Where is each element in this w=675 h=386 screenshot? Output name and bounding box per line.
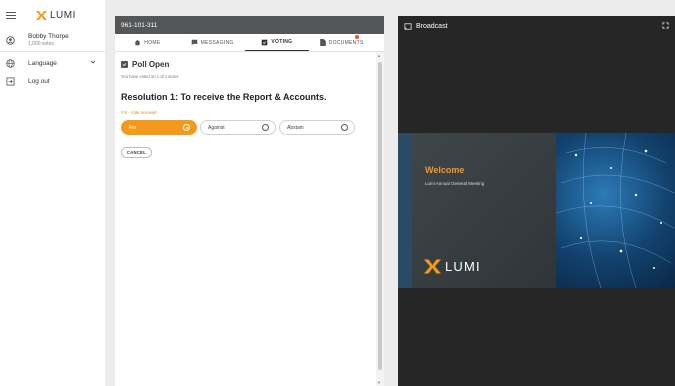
network-lines-icon [555,133,675,288]
meeting-id-header: 961-101-311 [115,16,384,34]
broadcast-title: Broadcast [416,22,448,30]
tab-voting[interactable]: VOTING [244,34,310,51]
tab-label: DOCUMENTS [328,39,364,46]
scrollbar[interactable]: ▲ ▼ [376,52,384,386]
welcome-slide: Welcome Lumi Annual General Meeting LUMI [412,133,556,288]
broadcast-panel: Broadcast Welcome Lumi Annual General Me… [398,16,675,386]
tab-messaging[interactable]: MESSAGING [180,34,245,51]
tab-documents[interactable]: DOCUMENTS [309,34,374,51]
fullscreen-icon[interactable] [662,22,669,29]
welcome-subtitle: Lumi Annual General Meeting [425,181,485,186]
lumi-x-icon [424,259,441,274]
poll-title: Poll Open [121,60,378,69]
cast-icon [404,22,412,30]
globe-icon [6,58,15,68]
vote-option-against[interactable]: Against [200,120,276,135]
voting-panel: 961-101-311 HOME MESSAGING VOTING DOCUME… [115,16,384,386]
video-lumi-logo: LUMI [424,259,481,274]
tab-home[interactable]: HOME [115,34,180,51]
sidebar-item-language[interactable]: Language [0,54,105,72]
cancel-button[interactable]: CANCEL [121,147,152,158]
voting-content: Poll Open You have voted on 1 of 1 items… [115,52,384,158]
sidebar-item-label: Log out [28,77,50,85]
broadcast-header: Broadcast [398,16,675,36]
welcome-title: Welcome [425,165,465,175]
poll-title-text: Poll Open [132,60,170,69]
lumi-logo: LUMI [36,10,76,21]
tab-label: VOTING [271,39,293,45]
radio-selected-icon [183,124,190,131]
logout-icon [6,76,15,86]
voted-count-text: You have voted on 1 of 1 items [121,74,179,79]
sidebar-header: LUMI [0,0,105,30]
sidebar-item-logout[interactable]: Log out [0,72,105,90]
option-label: Against [208,124,225,131]
lumi-x-icon [36,10,47,20]
tab-label: MESSAGING [200,39,234,46]
video-player[interactable]: Welcome Lumi Annual General Meeting LUMI [398,133,675,288]
video-left-strip [398,133,412,288]
user-votes: 1,000 votes [28,41,54,48]
sidebar-item-label: Language [28,59,57,67]
sidebar: LUMI Bobby Thorpe 1,000 votes Language L… [0,0,105,386]
radio-icon [262,124,269,131]
home-icon [134,39,141,46]
poll-icon [121,61,128,68]
vote-options: For Against Abstain [121,120,378,135]
video-logo-text: LUMI [445,259,481,274]
document-icon [319,39,326,46]
voting-icon [262,39,268,45]
notification-dot [355,35,360,39]
sidebar-user[interactable]: Bobby Thorpe 1,000 votes [0,30,105,52]
logo-text: LUMI [50,9,76,21]
scroll-down-icon[interactable]: ▼ [377,380,381,385]
vote-option-abstain[interactable]: Abstain [279,120,355,135]
scroll-up-icon[interactable]: ▲ [377,53,381,58]
resolution-title: Resolution 1: To receive the Report & Ac… [121,92,327,102]
messaging-icon [191,39,197,46]
vote-status: For - Vote received [121,110,157,115]
hamburger-menu-icon[interactable] [6,8,20,22]
radio-icon [341,124,348,131]
user-name: Bobby Thorpe [28,32,69,40]
user-icon [6,36,15,45]
vote-option-for[interactable]: For [121,120,197,135]
network-globe-image [555,133,675,288]
tab-bar: HOME MESSAGING VOTING DOCUMENTS [115,34,384,52]
option-label: For [129,124,137,131]
meeting-id: 961-101-311 [121,21,158,29]
scrollbar-thumb[interactable] [378,62,382,370]
tab-label: HOME [144,39,161,46]
chevron-down-icon [90,60,96,64]
option-label: Abstain [287,124,304,131]
